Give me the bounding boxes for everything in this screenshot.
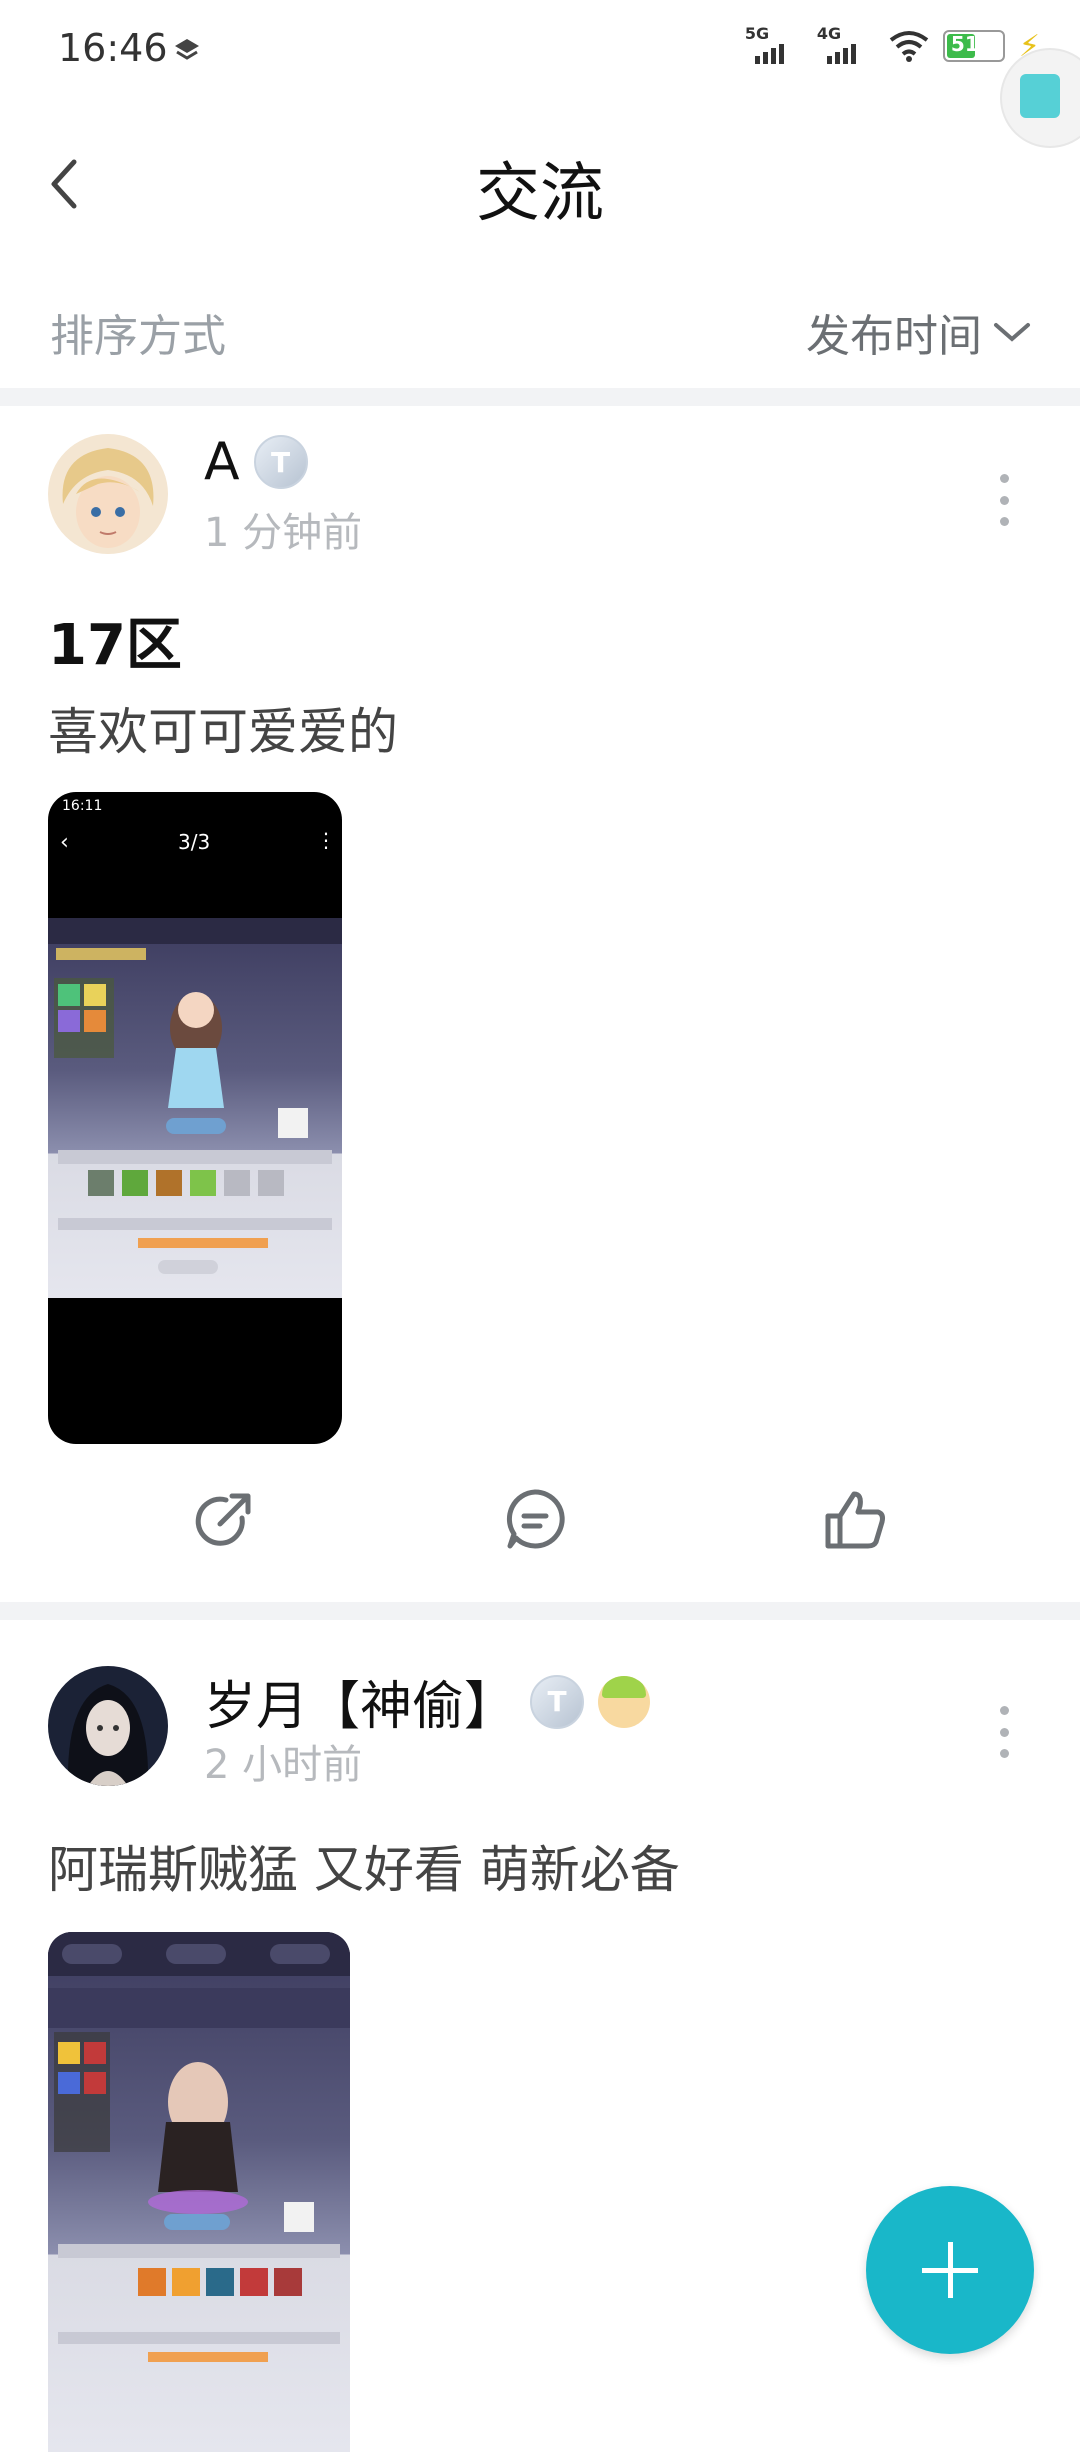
- post-text: 阿瑞斯贼猛 又好看 萌新必备: [48, 1841, 680, 1899]
- like-icon[interactable]: [820, 1484, 890, 1554]
- avatar[interactable]: [48, 434, 168, 554]
- more-options-icon[interactable]: [998, 474, 1010, 526]
- game-screenshot: [48, 918, 342, 1298]
- username[interactable]: 岁月【神偷】 T: [204, 1664, 651, 1739]
- post-actions: [0, 1484, 1080, 1564]
- more-options-icon[interactable]: [998, 1706, 1010, 1758]
- post-time: 2 小时前: [204, 1742, 363, 1788]
- status-time: 16:46: [58, 26, 168, 70]
- sort-bar: 排序方式 发布时间: [0, 290, 1080, 370]
- thumb-more-icon: ⋮: [316, 828, 336, 852]
- thumb-back-icon: ‹: [60, 830, 69, 855]
- comment-icon[interactable]: [500, 1484, 570, 1554]
- signal-4g-icon: 4G: [817, 24, 875, 64]
- post-image[interactable]: [48, 1932, 350, 2452]
- game-screenshot: [48, 1932, 350, 2452]
- layers-icon: [175, 39, 199, 60]
- add-post-button[interactable]: [866, 2186, 1034, 2354]
- page-title: 交流: [476, 157, 604, 231]
- section-divider: [0, 388, 1080, 406]
- share-icon[interactable]: [190, 1484, 260, 1554]
- section-divider: [0, 1602, 1080, 1620]
- post-text: 喜欢可可爱爱的: [48, 703, 398, 761]
- post-card[interactable]: A T 1 分钟前 17区 喜欢可可爱爱的 16:11 ‹ 3/3 ⋮: [0, 406, 1080, 1596]
- sort-dropdown[interactable]: 发布时间: [806, 300, 1032, 364]
- sort-value: 发布时间: [806, 311, 982, 362]
- level-badge-icon: T: [253, 435, 308, 489]
- post-title: 17区: [48, 613, 182, 678]
- post-image[interactable]: 16:11 ‹ 3/3 ⋮: [48, 792, 342, 1444]
- thumb-page-indicator: 3/3: [178, 830, 211, 854]
- thumb-status-time: 16:11: [62, 798, 103, 814]
- status-icons: 5G 4G 51 ⚡: [745, 24, 1040, 64]
- avatar[interactable]: [48, 1666, 168, 1786]
- header: 交流: [0, 120, 1080, 240]
- battery-icon: 51: [942, 30, 1005, 62]
- chevron-down-icon: [994, 323, 1030, 342]
- sort-label: 排序方式: [50, 311, 226, 362]
- status-bar: 16:46 5G 4G 51 ⚡: [0, 0, 1080, 100]
- wifi-icon: [889, 31, 929, 62]
- signal-5g-icon: 5G: [745, 24, 803, 64]
- username[interactable]: A T: [204, 432, 308, 492]
- level-badge-icon: T: [530, 1674, 585, 1729]
- avatar-badge-icon: [598, 1675, 651, 1728]
- post-time: 1 分钟前: [204, 510, 363, 556]
